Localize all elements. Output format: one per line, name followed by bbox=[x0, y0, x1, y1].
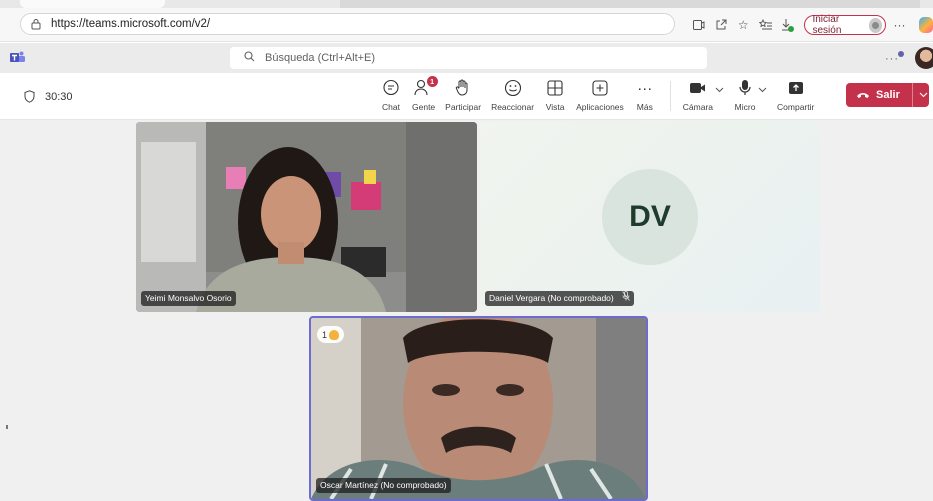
people-badge: 1 bbox=[426, 76, 438, 87]
raised-hand-icon bbox=[329, 329, 340, 340]
search-placeholder: Búsqueda (Ctrl+Alt+E) bbox=[265, 52, 376, 64]
grid-icon bbox=[544, 77, 566, 99]
leave-divider bbox=[911, 83, 913, 107]
people-label: Gente bbox=[412, 102, 436, 112]
browser-window: https://teams.microsoft.com/v2/ ☆ Inicia… bbox=[0, 0, 933, 501]
copilot-icon[interactable] bbox=[918, 17, 933, 33]
participant-video-tile[interactable]: Yeimi Monsalvo Osorio bbox=[136, 122, 477, 312]
more-label: Más bbox=[636, 102, 653, 112]
teams-logo-icon bbox=[10, 51, 25, 62]
meeting-tools: Chat 1 Gente Participar Reaccionar Vista… bbox=[380, 76, 824, 115]
leave-label: Salir bbox=[876, 89, 900, 101]
user-avatar[interactable] bbox=[915, 47, 933, 69]
signin-label: Iniciar sesión bbox=[812, 14, 842, 36]
participant-name: Yeimi Monsalvo Osorio bbox=[145, 293, 232, 303]
url-field[interactable]: https://teams.microsoft.com/v2/ bbox=[20, 13, 675, 35]
participant-avatar-tile[interactable]: DV Daniel Vergara (No comprobado) bbox=[480, 122, 820, 312]
participant-name: Daniel Vergara (No comprobado) bbox=[489, 293, 614, 303]
share-button[interactable]: Compartir bbox=[777, 77, 814, 112]
downloads-icon[interactable] bbox=[778, 15, 796, 35]
browser-tab[interactable] bbox=[20, 0, 165, 8]
hand-icon bbox=[452, 77, 474, 99]
teams-header: Búsqueda (Ctrl+Alt+E) ··· bbox=[0, 43, 933, 73]
address-bar-row: https://teams.microsoft.com/v2/ ☆ Inicia… bbox=[0, 8, 933, 42]
people-icon: 1 bbox=[413, 76, 438, 99]
mic-options-chevron-icon[interactable] bbox=[758, 85, 767, 95]
more-icon: ··· bbox=[637, 79, 653, 97]
camera-options-chevron-icon[interactable] bbox=[715, 85, 724, 95]
raised-hand-indicator: 1 bbox=[317, 326, 345, 343]
react-label: Reaccionar bbox=[491, 102, 535, 112]
leave-options-chevron-icon[interactable] bbox=[919, 90, 928, 100]
mic-muted-icon bbox=[621, 291, 630, 306]
chat-button[interactable]: Chat bbox=[380, 77, 402, 112]
view-label: Vista bbox=[545, 102, 565, 112]
settings-more-icon[interactable]: ··· bbox=[885, 53, 899, 65]
participant-name-label: Oscar Martínez (No comprobado) bbox=[316, 478, 451, 493]
share-screen-icon bbox=[785, 77, 807, 99]
reader-mode-icon[interactable] bbox=[690, 15, 708, 35]
mic-label: Micro bbox=[734, 102, 756, 112]
active-speaker-video-tile[interactable]: 1 Oscar Martínez (No comprobado) bbox=[309, 316, 648, 501]
chat-label: Chat bbox=[382, 102, 400, 112]
favorite-star-icon[interactable]: ☆ bbox=[734, 15, 752, 35]
tab-strip bbox=[0, 0, 933, 8]
participant-initials-avatar: DV bbox=[602, 169, 698, 265]
phone-hangup-icon bbox=[856, 88, 870, 102]
search-input[interactable]: Búsqueda (Ctrl+Alt+E) bbox=[230, 47, 707, 69]
camera-button[interactable]: Cámara bbox=[683, 77, 713, 112]
share-label: Compartir bbox=[777, 102, 815, 112]
site-info-icon[interactable] bbox=[29, 17, 43, 31]
apps-button[interactable]: Aplicaciones bbox=[576, 77, 624, 112]
smiley-icon bbox=[502, 77, 524, 99]
participant-name-label: Daniel Vergara (No comprobado) bbox=[485, 291, 634, 306]
timer-text: 30:30 bbox=[45, 90, 73, 103]
more-button[interactable]: ··· Más bbox=[634, 77, 656, 113]
raised-hand-count: 1 bbox=[322, 329, 328, 340]
raise-hand-button[interactable]: Participar bbox=[445, 77, 481, 112]
chat-icon bbox=[380, 77, 402, 99]
toolbar-divider bbox=[669, 81, 671, 111]
video-camera-icon bbox=[687, 77, 709, 99]
browser-menu-icon[interactable]: ··· bbox=[890, 15, 908, 35]
open-in-app-icon[interactable] bbox=[712, 15, 730, 35]
microphone-icon bbox=[734, 77, 756, 99]
favorites-list-icon[interactable] bbox=[756, 15, 774, 35]
people-button[interactable]: 1 Gente bbox=[412, 76, 438, 112]
profile-avatar-icon bbox=[868, 17, 883, 33]
mic-button[interactable]: Micro bbox=[734, 77, 756, 112]
search-icon bbox=[244, 51, 255, 65]
meeting-timer: 30:30 bbox=[24, 90, 73, 103]
browser-tab-bar-rest bbox=[340, 0, 920, 8]
meeting-toolbar: 30:30 Chat 1 Gente Participar Reaccionar… bbox=[0, 73, 933, 120]
notification-dot-icon bbox=[898, 51, 904, 57]
participant-video-feed bbox=[311, 318, 646, 499]
participant-name-label: Yeimi Monsalvo Osorio bbox=[141, 291, 236, 306]
participant-video-feed bbox=[136, 122, 477, 312]
url-text: https://teams.microsoft.com/v2/ bbox=[51, 18, 211, 30]
raise-hand-label: Participar bbox=[445, 102, 482, 112]
address-bar-actions: ☆ Iniciar sesión ··· bbox=[690, 14, 933, 36]
signin-button[interactable]: Iniciar sesión bbox=[804, 14, 887, 36]
leave-button[interactable]: Salir bbox=[846, 83, 929, 107]
shield-icon bbox=[24, 90, 35, 103]
camera-label: Cámara bbox=[682, 102, 714, 112]
view-button[interactable]: Vista bbox=[544, 77, 566, 112]
video-stage: Yeimi Monsalvo Osorio DV Daniel Vergara … bbox=[0, 120, 933, 501]
apps-label: Aplicaciones bbox=[576, 102, 624, 112]
add-app-icon bbox=[589, 77, 611, 99]
participant-name: Oscar Martínez (No comprobado) bbox=[320, 480, 447, 490]
react-button[interactable]: Reaccionar bbox=[491, 77, 534, 112]
scroll-edge-marker bbox=[6, 425, 8, 429]
